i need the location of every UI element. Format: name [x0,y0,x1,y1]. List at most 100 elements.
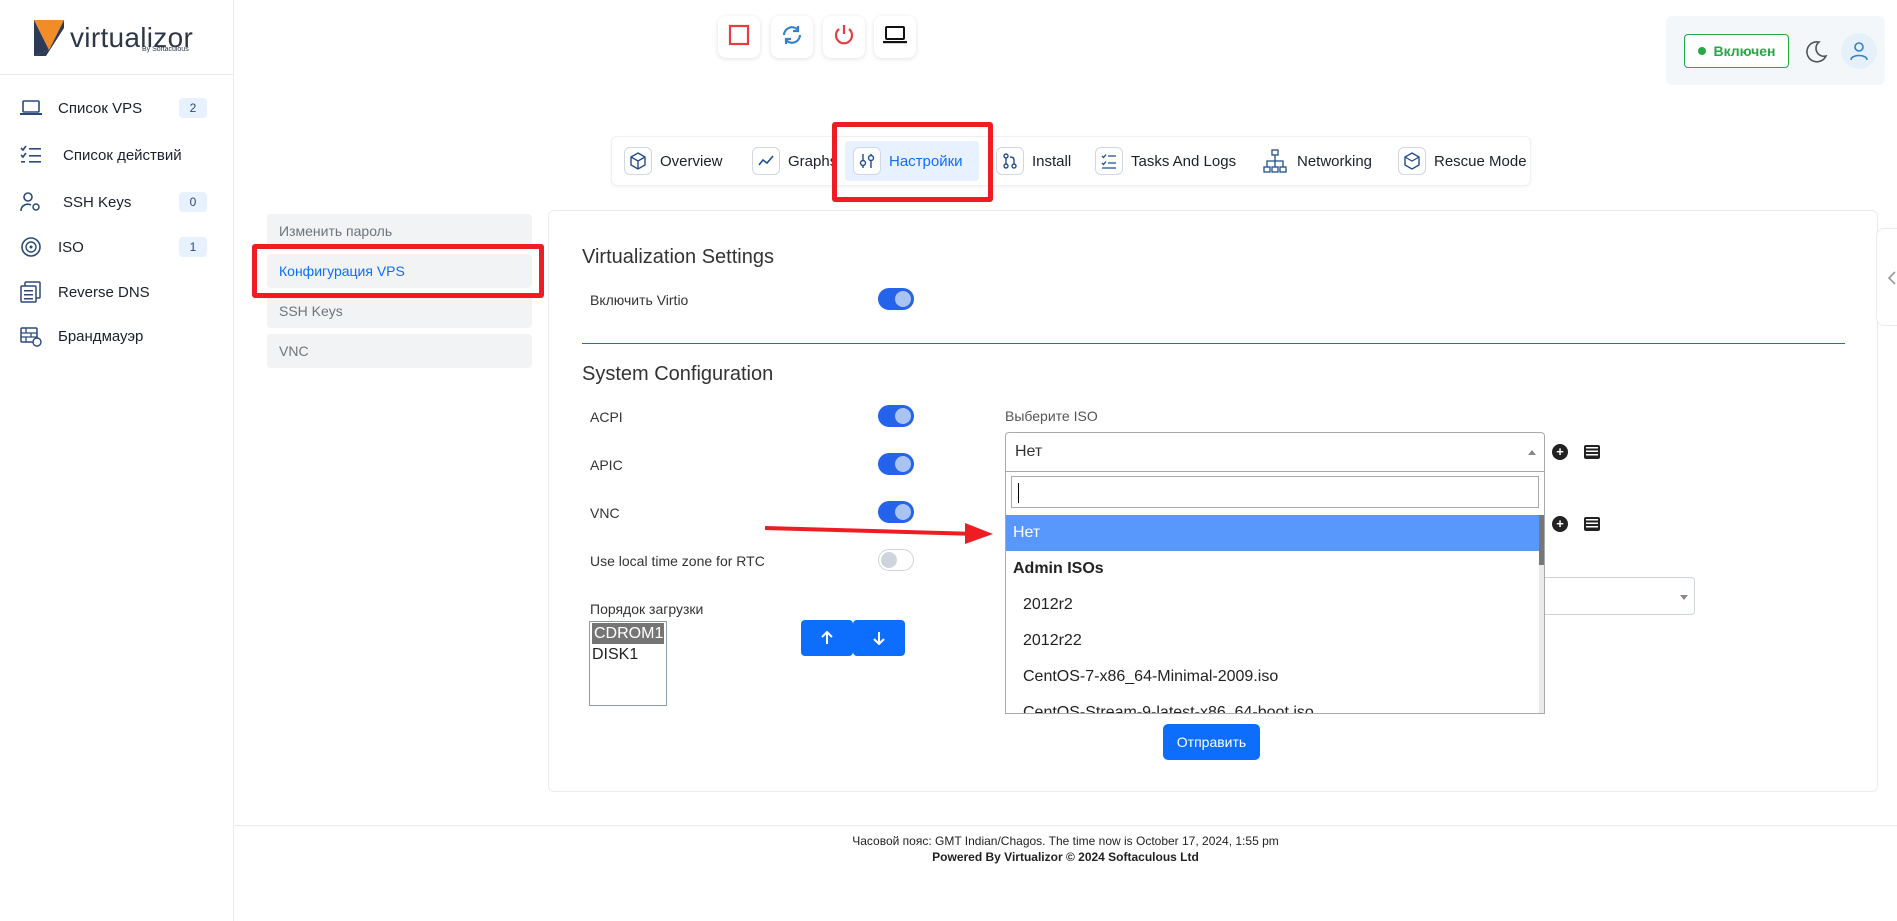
rtc-toggle[interactable] [878,549,914,571]
iso-selected-value: Нет [1015,443,1043,460]
boot-order-list[interactable]: CDROM1 DISK1 [589,621,667,706]
boot-option[interactable]: CDROM1 [592,623,664,644]
stop-icon [728,24,750,51]
count-badge: 1 [179,237,207,257]
tab-label: Rescue Mode [1434,152,1527,170]
virtualization-title: Virtualization Settings [582,246,774,268]
caret-down-icon [1680,595,1688,600]
sidebar-item-label: Список действий [63,146,182,164]
moon-icon [1806,40,1828,63]
sidebar-item-iso[interactable]: ISO 1 [0,227,234,267]
sidebar-item-action-list[interactable]: Список действий [0,135,234,175]
iso-option[interactable]: CentOS-7-x86_64-Minimal-2009.iso [1006,659,1543,695]
sidebar-item-label: ISO [58,238,84,256]
footer-powered-by: Powered By Virtualizor © 2024 Softaculou… [932,850,1199,864]
tab-label: Networking [1297,152,1373,170]
power-off-button[interactable] [823,16,865,58]
chart-line-icon [752,147,780,175]
restart-button[interactable] [771,16,813,58]
move-up-button[interactable] [801,620,853,656]
stop-button[interactable] [718,16,760,58]
sidebar-item-label: Брандмауэр [58,327,144,345]
status-panel: Включен [1666,16,1885,85]
acpi-toggle[interactable] [878,405,914,427]
count-badge: 0 [179,192,207,212]
laptop-icon [883,25,907,50]
list-iso-icon[interactable] [1584,445,1600,459]
iso-option[interactable]: 2012r22 [1006,623,1543,659]
tab-label: Overview [660,152,723,170]
submit-button[interactable]: Отправить [1163,724,1260,760]
acpi-label: ACPI [590,409,623,425]
console-button[interactable] [874,16,916,58]
apic-toggle[interactable] [878,453,914,475]
tab-label: Graphs [788,152,838,170]
iso-dropdown: Нет Admin ISOs 2012r2 2012r22 CentOS-7-x… [1005,472,1545,714]
checklist-icon [1095,147,1123,175]
logo-mark-icon [34,20,64,56]
chevron-left-icon [1887,271,1896,285]
menu-vnc[interactable]: VNC [267,334,532,368]
dropdown-scrollbar[interactable] [1539,515,1544,713]
iso-select[interactable]: Нет [1005,432,1545,472]
status-label: Включен [1713,43,1776,59]
iso-select-label: Выберите ISO [1005,408,1098,424]
side-panel-handle[interactable] [1876,228,1897,326]
cube-icon [624,147,652,175]
add-iso-icon[interactable]: + [1552,444,1568,460]
tab-settings[interactable]: Настройки [845,141,979,181]
rtc-label: Use local time zone for RTC [590,553,765,569]
sliders-icon [853,147,881,175]
sidebar-item-ssh-keys[interactable]: SSH Keys 0 [0,182,234,222]
sidebar-item-vps-list[interactable]: Список VPS 2 [0,88,234,128]
add-iso-icon[interactable]: + [1552,516,1568,532]
vnc-label: VNC [590,505,620,521]
tab-tasks-and-logs[interactable]: Tasks And Logs [1095,141,1236,181]
user-key-icon [20,191,42,213]
power-icon [832,23,856,52]
sidebar-item-label: Reverse DNS [58,283,150,301]
iso-option-none[interactable]: Нет [1006,515,1543,551]
tab-install[interactable]: Install [996,141,1071,181]
rescue-box-icon [1398,147,1426,175]
sidebar-item-label: SSH Keys [63,193,132,211]
menu-vps-config[interactable]: Конфигурация VPS [267,254,532,288]
tab-networking[interactable]: Networking [1261,141,1372,181]
dark-mode-toggle[interactable] [1803,38,1829,64]
brand-by: By Softaculous [142,46,189,53]
sidebar-item-reverse-dns[interactable]: Reverse DNS [0,272,234,312]
apic-label: APIC [590,457,623,473]
virtio-toggle[interactable] [878,288,914,310]
menu-ssh-keys[interactable]: SSH Keys [267,294,532,328]
menu-change-password[interactable]: Изменить пароль [267,214,532,248]
move-down-button[interactable] [853,620,905,656]
iso-group-label: Admin ISOs [1013,560,1104,577]
boot-option[interactable]: DISK1 [590,644,666,665]
vps-tabs: Overview Graphs Настройки Install Tasks … [611,136,1531,186]
user-icon [1850,42,1868,61]
network-icon [1261,147,1289,175]
refresh-icon [780,23,804,52]
status-badge: Включен [1684,34,1789,68]
iso-option[interactable]: CentOS-Stream-9-latest-x86_64-boot.iso [1006,695,1543,713]
firewall-icon [20,325,42,347]
tab-rescue-mode[interactable]: Rescue Mode [1398,141,1527,181]
iso-option[interactable]: 2012r2 [1006,587,1543,623]
sidebar-divider [0,74,234,75]
footer-timezone: Часовой пояс: GMT Indian/Chagos. The tim… [852,834,1279,848]
caret-up-icon [1528,450,1536,455]
server-stack-icon [20,281,42,303]
secondary-select[interactable] [1545,577,1695,615]
sidebar: virtualizor By Softaculous Список VPS 2 … [0,0,234,921]
annotation-arrow-icon [765,523,993,544]
tab-graphs[interactable]: Graphs [752,141,837,181]
tab-label: Tasks And Logs [1131,152,1237,170]
system-config-title: System Configuration [582,363,774,385]
arrow-up-icon [821,631,833,644]
status-dot-icon [1697,47,1706,55]
user-menu-button[interactable] [1841,33,1877,69]
iso-search-input[interactable] [1011,476,1539,508]
list-iso-icon[interactable] [1584,517,1600,531]
tab-overview[interactable]: Overview [624,141,723,181]
sidebar-item-firewall[interactable]: Брандмауэр [0,316,234,356]
